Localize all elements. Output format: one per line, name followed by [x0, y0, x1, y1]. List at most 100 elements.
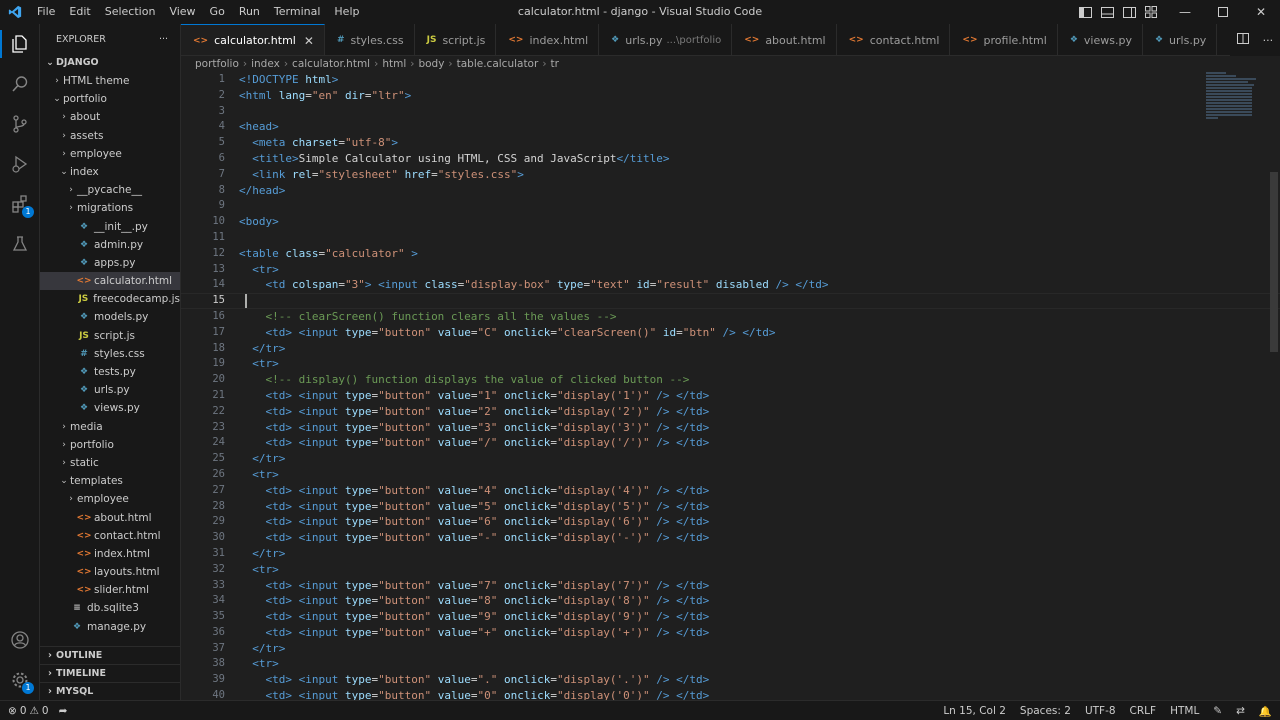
menu-terminal[interactable]: Terminal [267, 0, 328, 24]
py-file-icon: ❖ [79, 257, 89, 268]
customize-layout-icon[interactable] [1140, 0, 1162, 24]
cursor-position[interactable]: Ln 15, Col 2 [943, 705, 1006, 717]
code-area[interactable]: <!DOCTYPE html> <html lang="en" dir="ltr"… [181, 72, 1280, 700]
file-item[interactable]: JS freecodecamp.js [40, 290, 180, 308]
breadcrumb-item[interactable]: calculator.html [292, 58, 370, 70]
close-window-icon[interactable]: ✕ [1242, 0, 1280, 24]
tab-calculator-html[interactable]: <> calculator.html ✕ [181, 24, 325, 55]
indentation[interactable]: Spaces: 2 [1020, 705, 1071, 717]
folder-item[interactable]: › __pycache__ [40, 181, 180, 199]
tree-item-label: contact.html [94, 529, 161, 542]
folder-item[interactable]: › static [40, 454, 180, 472]
tab-script-js[interactable]: JS script.js [415, 24, 497, 55]
folder-item[interactable]: › assets [40, 127, 180, 145]
breadcrumb-item[interactable]: tr [551, 58, 559, 70]
breadcrumb-item[interactable]: portfolio [195, 58, 239, 70]
search-icon[interactable] [0, 64, 40, 104]
explorer-icon[interactable] [0, 24, 40, 64]
run-debug-icon[interactable] [0, 144, 40, 184]
file-item[interactable]: ❖ tests.py [40, 363, 180, 381]
language-mode[interactable]: HTML [1170, 705, 1199, 717]
more-editor-actions-icon[interactable]: ··· [1263, 34, 1274, 47]
menu-run[interactable]: Run [232, 0, 267, 24]
testing-icon[interactable] [0, 224, 40, 264]
live-server-icon[interactable]: ⇄ [1236, 705, 1245, 717]
tab-index-html[interactable]: <> index.html [496, 24, 600, 55]
file-item[interactable]: <> contact.html [40, 527, 180, 545]
file-item[interactable]: ❖ admin.py [40, 236, 180, 254]
problems-indicator[interactable]: ⊗ 0 ⚠ 0 [8, 705, 49, 717]
py-file-icon: ❖ [79, 367, 89, 377]
file-item[interactable]: <> index.html [40, 545, 180, 563]
section-outline[interactable]: › OUTLINE [40, 646, 181, 664]
folder-item[interactable]: › about [40, 108, 180, 126]
file-item[interactable]: <> slider.html [40, 581, 180, 599]
folder-item[interactable]: › employee [40, 490, 180, 508]
maximize-icon[interactable] [1204, 0, 1242, 24]
breadcrumb-item[interactable]: html [382, 58, 406, 70]
folder-item[interactable]: › HTML theme [40, 72, 180, 90]
code-token: <td [265, 278, 292, 292]
file-item[interactable]: JS script.js [40, 327, 180, 345]
tab-profile-html[interactable]: <> profile.html [950, 24, 1058, 55]
file-item[interactable]: <> about.html [40, 509, 180, 527]
tab-styles-css[interactable]: # styles.css [325, 24, 415, 55]
folder-item[interactable]: ⌄ portfolio [40, 90, 180, 108]
extensions-icon[interactable]: 1 [0, 184, 40, 224]
live-share-icon[interactable]: ➦ [59, 705, 68, 717]
folder-item[interactable]: ⌄ templates [40, 472, 180, 490]
menu-selection[interactable]: Selection [98, 0, 163, 24]
section-timeline[interactable]: › TIMELINE [40, 664, 181, 682]
account-icon[interactable] [0, 620, 40, 660]
tab-urls-py[interactable]: ❖ urls.py ...\portfolio [599, 24, 733, 55]
folder-item[interactable]: › migrations [40, 199, 180, 217]
tab-views-py[interactable]: ❖ views.py [1058, 24, 1143, 55]
file-item[interactable]: ❖ models.py [40, 308, 180, 326]
file-item[interactable]: ❖ manage.py [40, 618, 180, 636]
minimize-icon[interactable]: — [1166, 0, 1204, 24]
file-item[interactable]: ❖ __init__.py [40, 218, 180, 236]
file-item[interactable]: ❖ urls.py [40, 381, 180, 399]
tab-label: urls.py [625, 33, 663, 47]
file-item[interactable]: # styles.css [40, 345, 180, 363]
toggle-panel-icon[interactable] [1096, 0, 1118, 24]
tab-about-html[interactable]: <> about.html [732, 24, 837, 55]
end-of-line[interactable]: CRLF [1130, 705, 1157, 717]
file-item[interactable]: ≡ db.sqlite3 [40, 599, 180, 617]
folder-item[interactable]: › media [40, 418, 180, 436]
chevron-right-icon: › [48, 667, 52, 679]
folder-item[interactable]: ⌄ index [40, 163, 180, 181]
breadcrumb-item[interactable]: body [418, 58, 444, 70]
menu-file[interactable]: File [30, 0, 62, 24]
menu-help[interactable]: Help [327, 0, 366, 24]
scrollbar-thumb[interactable] [1270, 172, 1278, 352]
source-control-icon[interactable] [0, 104, 40, 144]
file-item[interactable]: <> calculator.html [40, 272, 180, 291]
folder-item[interactable]: › portfolio [40, 436, 180, 454]
close-tab-icon[interactable]: ✕ [304, 34, 314, 48]
menu-go[interactable]: Go [203, 0, 232, 24]
menu-view[interactable]: View [162, 0, 202, 24]
section-mysql[interactable]: › MYSQL [40, 682, 181, 700]
vertical-scrollbar[interactable] [1266, 72, 1280, 700]
notifications-bell-icon[interactable]: 🔔 [1259, 705, 1272, 718]
toggle-secondary-sidebar-icon[interactable] [1118, 0, 1140, 24]
toggle-primary-sidebar-icon[interactable] [1074, 0, 1096, 24]
workspace-root[interactable]: ⌄ DJANGO [40, 54, 180, 72]
more-actions-icon[interactable]: ··· [159, 34, 168, 45]
encoding[interactable]: UTF-8 [1085, 705, 1116, 717]
file-item[interactable]: ❖ views.py [40, 399, 180, 417]
tab-contact-html[interactable]: <> contact.html [837, 24, 951, 55]
menu-edit[interactable]: Edit [62, 0, 97, 24]
settings-gear-icon[interactable]: 1 [0, 660, 40, 700]
file-item[interactable]: ❖ apps.py [40, 254, 180, 272]
tab-urls-py[interactable]: ❖ urls.py [1143, 24, 1218, 55]
minimap[interactable] [1206, 72, 1266, 152]
split-editor-icon[interactable] [1236, 33, 1249, 47]
breadcrumb-item[interactable]: index [251, 58, 280, 70]
format-icon[interactable]: ✎ [1213, 705, 1222, 717]
code-editor[interactable]: 1 2 3 4 5 6 7 8 9 10 11 12 13 14 15 16 17 18 19 20 21 22 23 24 2… [181, 72, 1280, 700]
file-item[interactable]: <> layouts.html [40, 563, 180, 581]
breadcrumb-item[interactable]: table.calculator [457, 58, 539, 70]
folder-item[interactable]: › employee [40, 145, 180, 163]
